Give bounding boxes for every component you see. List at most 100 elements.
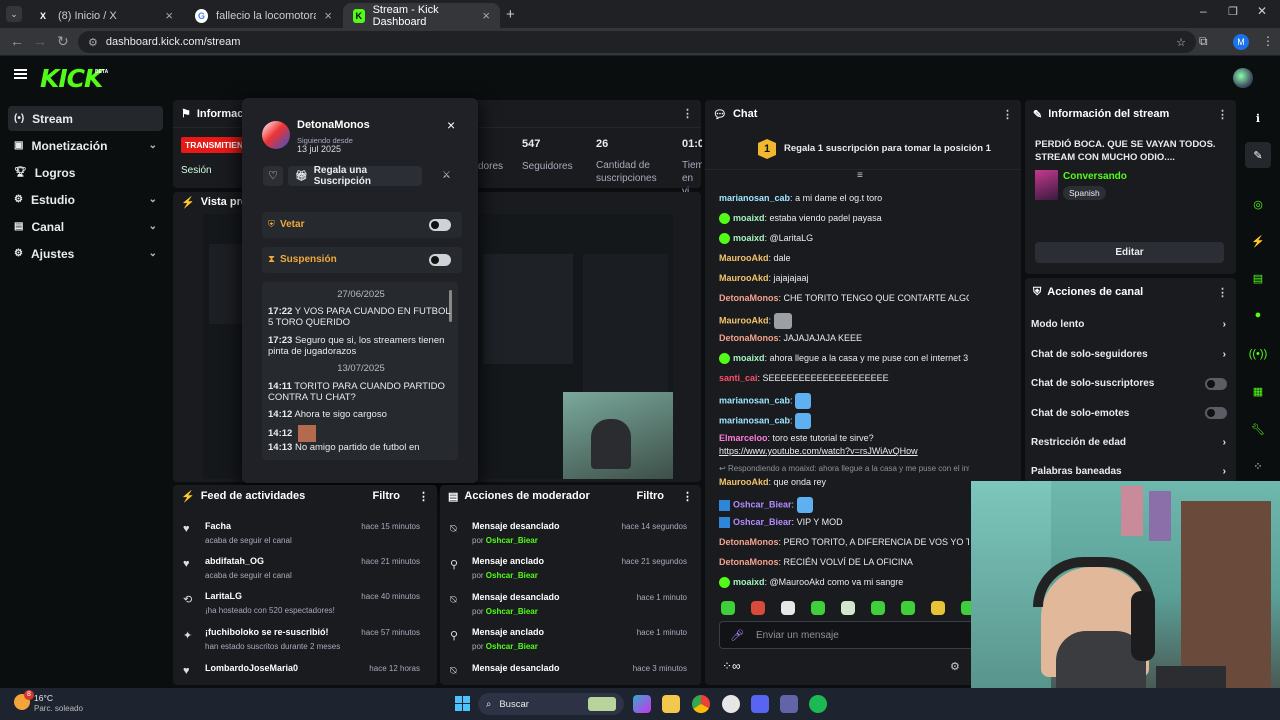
emote-quick-1[interactable]: [721, 601, 735, 615]
edit-stream-button[interactable]: Editar: [1035, 242, 1224, 263]
minimize-icon[interactable]: –: [1200, 4, 1207, 18]
edit-pencil-icon[interactable]: ✎: [1245, 142, 1271, 168]
sidebar-item-estudio[interactable]: ⚙ Estudio ⌄: [8, 187, 163, 212]
chat-username[interactable]: MaurooAkd: [719, 273, 769, 283]
tab-search-button[interactable]: ⌄: [6, 6, 22, 22]
mod-name[interactable]: Oshcar_Biear: [486, 642, 538, 651]
reply-reference[interactable]: ↩ Respondiendo a moaixd: ahora llegue a …: [719, 464, 969, 473]
emote-quick-6[interactable]: [871, 601, 885, 615]
browser-tab-kick[interactable]: K Stream - Kick Dashboard ×: [343, 3, 500, 28]
chat-username[interactable]: Oshcar_Biear: [733, 517, 792, 527]
layout-icon[interactable]: ▦: [1245, 378, 1271, 404]
more-apps-icon[interactable]: ⁘: [1245, 453, 1271, 479]
list-item[interactable]: ♥ LombardoJoseMaria0 hace 12 horas: [173, 663, 428, 683]
chat-username[interactable]: DetonaMonos: [719, 293, 779, 303]
taskbar-search[interactable]: ⌕ Buscar: [478, 693, 624, 715]
chat-username[interactable]: DetonaMonos: [719, 537, 779, 547]
chat-username[interactable]: moaixd: [733, 233, 765, 243]
feed-name[interactable]: Facha: [205, 521, 231, 531]
spotify-icon[interactable]: [809, 695, 827, 713]
feed-name[interactable]: ¡fuchiboloko se re-suscribió!: [205, 627, 329, 637]
more-options-icon[interactable]: ⋮: [682, 107, 693, 120]
emote-quick-3[interactable]: [781, 601, 795, 615]
sidebar-item-stream[interactable]: (•) Stream: [8, 106, 163, 131]
sidebar-item-monetizacion[interactable]: ▣ Monetización ⌄: [8, 133, 163, 158]
follow-heart-button[interactable]: ♡: [263, 166, 283, 186]
subs-only-toggle[interactable]: [1205, 378, 1227, 390]
list-item[interactable]: ♥ abdifatah_OG acaba de seguir el canal hac…: [173, 556, 428, 590]
chat-username[interactable]: MaurooAkd: [719, 315, 769, 325]
hamburger-menu-icon[interactable]: [14, 69, 27, 79]
new-tab-button[interactable]: +: [506, 6, 515, 23]
category-thumbnail[interactable]: [1035, 170, 1058, 200]
chat-username[interactable]: marianosan_cab: [719, 415, 790, 425]
chat-username[interactable]: Elmarceloo: [719, 433, 768, 443]
user-avatar[interactable]: [262, 121, 290, 149]
info-icon[interactable]: ℹ: [1245, 105, 1271, 131]
extensions-icon[interactable]: ⧉: [1199, 34, 1208, 49]
lightning-icon[interactable]: ⚡: [1245, 228, 1271, 254]
mod-icon[interactable]: ⚔: [442, 170, 451, 181]
emote-quick-4[interactable]: [811, 601, 825, 615]
more-options-icon[interactable]: ⋮: [1217, 286, 1228, 299]
maximize-icon[interactable]: ❐: [1228, 5, 1238, 18]
expand-icon[interactable]: ≡: [857, 170, 863, 181]
more-options-icon[interactable]: ⋮: [682, 490, 693, 503]
chat-username[interactable]: MaurooAkd: [719, 477, 769, 487]
bookmark-star-icon[interactable]: ☆: [1176, 36, 1186, 49]
list-item[interactable]: ⟲ LaritaLG ¡ha hosteado con 520 espectador…: [173, 591, 428, 625]
chat-username[interactable]: santi_cai: [719, 373, 758, 383]
feed-name[interactable]: abdifatah_OG: [205, 556, 264, 566]
chat-username[interactable]: moaixd: [733, 577, 765, 587]
broadcast-icon[interactable]: ((•)): [1245, 341, 1271, 367]
chrome-icon[interactable]: [692, 695, 710, 713]
ban-toggle[interactable]: [429, 219, 451, 231]
slow-mode-row[interactable]: Modo lento ›: [1031, 319, 1226, 330]
microphone-icon[interactable]: 🎤︎: [730, 629, 744, 642]
chat-link[interactable]: https://www.youtube.com/watch?v=rsJWiAvQ…: [719, 446, 969, 456]
list-item[interactable]: ⚲ Mensaje anclado por Oshcar_Biear hace 1 m…: [440, 627, 695, 661]
close-tab-icon[interactable]: ×: [482, 8, 490, 23]
more-options-icon[interactable]: ⋮: [418, 490, 429, 503]
emote-quick-5[interactable]: [841, 601, 855, 615]
emote-quick-8[interactable]: [931, 601, 945, 615]
category-name[interactable]: Conversando: [1063, 171, 1127, 182]
wrench-icon[interactable]: 🔧︎: [1245, 416, 1271, 442]
weather-widget[interactable]: 8 16°C Parc. soleado: [10, 690, 100, 716]
chat-input[interactable]: 🎤︎ Enviar un mensaje: [719, 621, 979, 649]
infinity-icon[interactable]: ⁘∞: [722, 659, 741, 673]
filter-button[interactable]: Filtro: [373, 490, 401, 502]
close-tab-icon[interactable]: ×: [324, 8, 332, 23]
github-icon[interactable]: [722, 695, 740, 713]
chat-settings-gear-icon[interactable]: ⚙: [950, 660, 960, 673]
sidebar-item-ajustes[interactable]: ⚙ Ajustes ⌄: [8, 241, 163, 266]
more-options-icon[interactable]: ⋮: [1217, 108, 1228, 121]
list-item[interactable]: ✦ ¡fuchiboloko se re-suscribió! han estado…: [173, 627, 428, 661]
windows-start-icon[interactable]: [455, 696, 470, 711]
mod-name[interactable]: Oshcar_Biear: [486, 607, 538, 616]
profile-avatar[interactable]: M: [1233, 34, 1249, 50]
more-options-icon[interactable]: ⋮: [1002, 108, 1013, 121]
reload-icon[interactable]: ↻: [57, 33, 69, 50]
followers-only-row[interactable]: Chat de solo-seguidores ›: [1031, 349, 1226, 360]
copilot-icon[interactable]: [633, 695, 651, 713]
list-item[interactable]: ⍉ Mensaje desanclado por Oshcar_Biear hace …: [440, 592, 695, 626]
sidebar-item-canal[interactable]: ▤ Canal ⌄: [8, 214, 163, 239]
teams-icon[interactable]: [780, 695, 798, 713]
kick-logo[interactable]: KICK: [40, 64, 103, 93]
emotes-only-toggle[interactable]: [1205, 407, 1227, 419]
banned-words-row[interactable]: Palabras baneadas ›: [1031, 466, 1226, 477]
list-item[interactable]: ♥ Facha acaba de seguir el canal hace 15 mi…: [173, 521, 428, 555]
mod-name[interactable]: Oshcar_Biear: [486, 571, 538, 580]
url-bar[interactable]: ⚙ dashboard.kick.com/stream ☆: [78, 31, 1196, 53]
camera-icon[interactable]: ◎: [1245, 191, 1271, 217]
gift-sub-button[interactable]: 🎁︎ Regala una Suscripción: [288, 165, 422, 187]
file-explorer-icon[interactable]: [662, 695, 680, 713]
suspend-toggle[interactable]: [429, 254, 451, 266]
chat-username[interactable]: Oshcar_Biear: [733, 499, 792, 509]
mod-name[interactable]: Oshcar_Biear: [486, 536, 538, 545]
user-avatar[interactable]: [1233, 68, 1253, 88]
close-window-icon[interactable]: ✕: [1257, 4, 1267, 18]
list-item[interactable]: ⚲ Mensaje anclado por Oshcar_Biear hace 21 …: [440, 556, 695, 590]
age-restriction-row[interactable]: Restricción de edad ›: [1031, 437, 1226, 448]
